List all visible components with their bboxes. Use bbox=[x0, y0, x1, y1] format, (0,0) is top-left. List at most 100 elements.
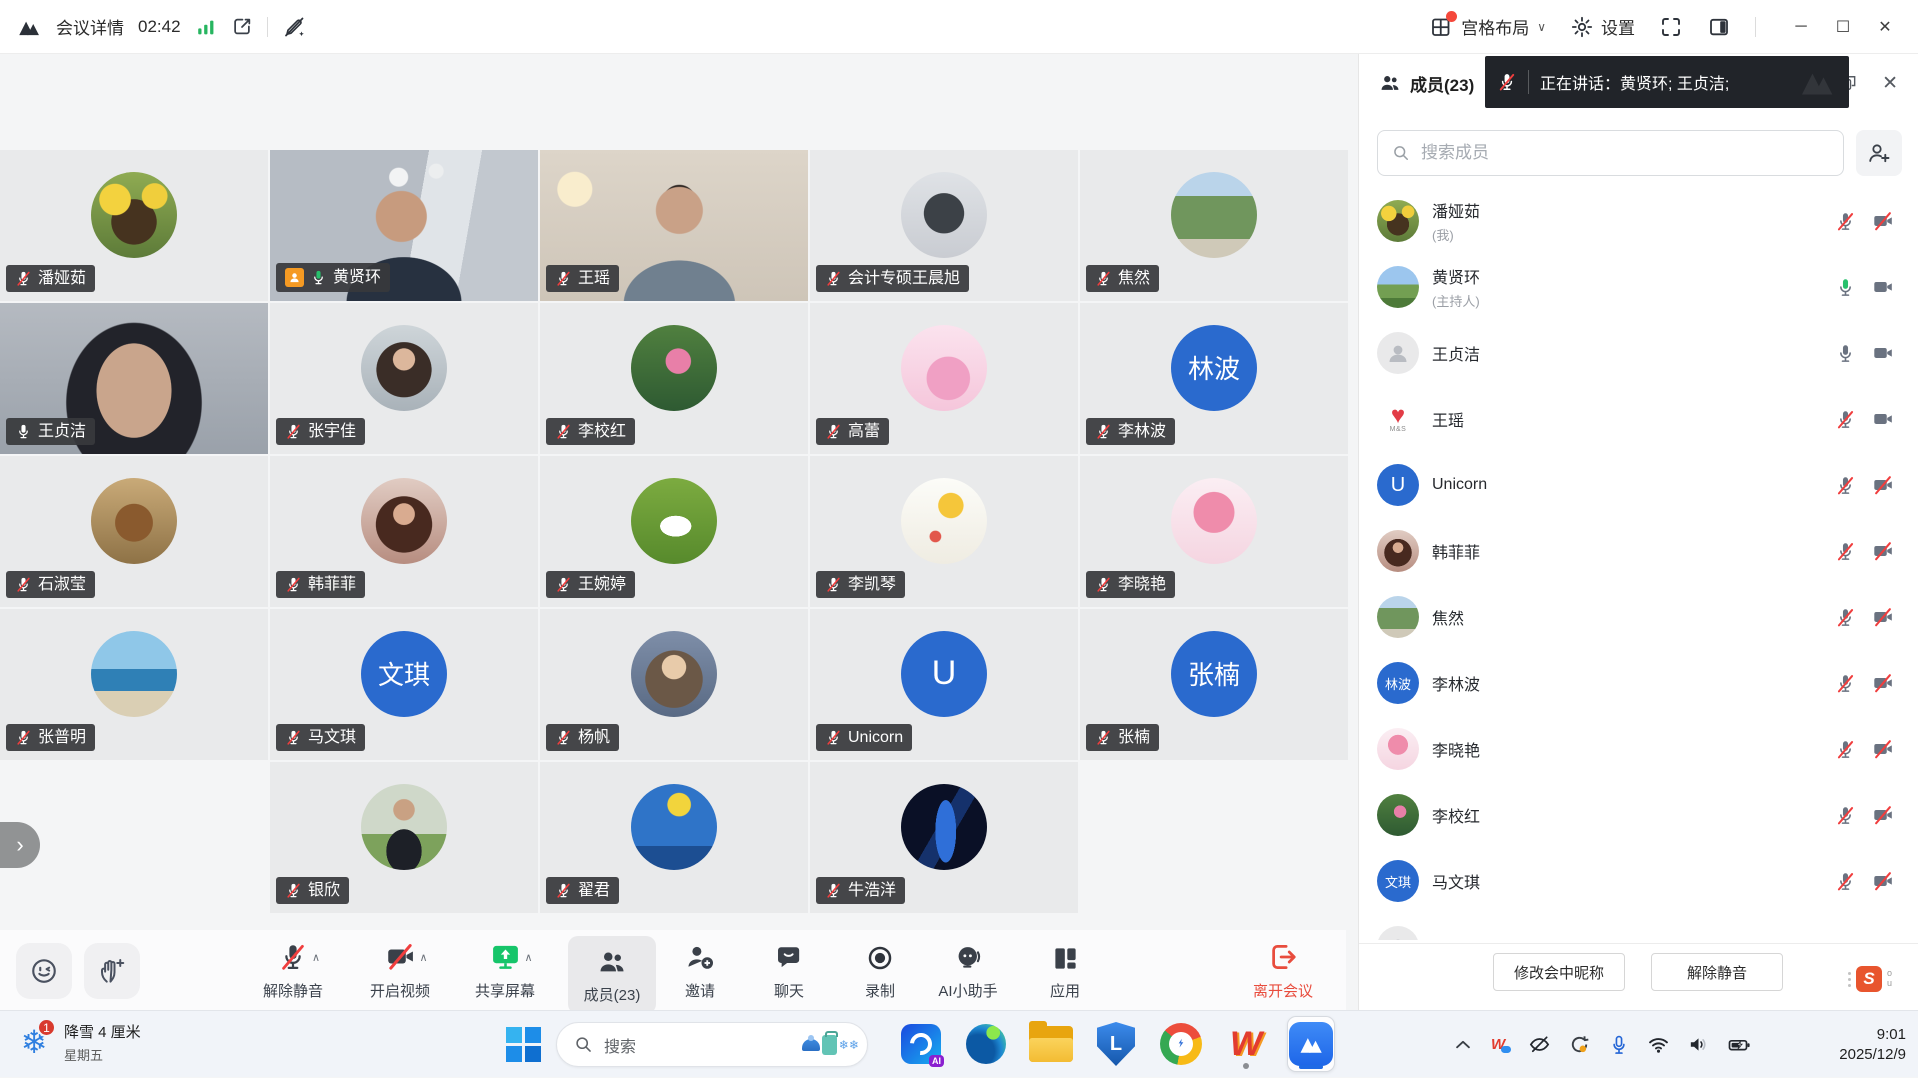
member-camera-toggle[interactable] bbox=[1872, 672, 1894, 694]
video-tile[interactable]: 林波 李林波 bbox=[1080, 303, 1348, 454]
video-tile[interactable]: 牛浩洋 bbox=[810, 762, 1078, 913]
close-panel-icon[interactable]: ✕ bbox=[1882, 72, 1898, 95]
video-tile[interactable]: U Unicorn bbox=[810, 609, 1078, 760]
chevron-up-icon[interactable]: ∧ bbox=[419, 951, 427, 964]
tray-battery-icon[interactable] bbox=[1727, 1033, 1751, 1057]
member-mic-toggle[interactable] bbox=[1835, 673, 1856, 694]
fullscreen-icon[interactable] bbox=[1659, 15, 1683, 39]
toolbar-item-share-screen[interactable]: ∧共享屏幕 bbox=[457, 939, 553, 1001]
raise-hand-button[interactable] bbox=[84, 943, 140, 999]
member-camera-toggle[interactable] bbox=[1872, 738, 1894, 760]
member-mic-toggle[interactable] bbox=[1835, 607, 1856, 628]
member-row[interactable]: 黄贤环(主持人) bbox=[1359, 254, 1918, 320]
video-tile[interactable]: 韩菲菲 bbox=[270, 456, 538, 607]
annotation-disabled-icon[interactable] bbox=[282, 15, 306, 39]
video-tile[interactable]: 李晓艳 bbox=[1080, 456, 1348, 607]
ime-logo[interactable]: S bbox=[1856, 966, 1882, 992]
member-camera-toggle[interactable] bbox=[1872, 540, 1894, 562]
taskbar-app-explorer[interactable] bbox=[1027, 1020, 1075, 1068]
member-camera-toggle[interactable] bbox=[1872, 474, 1894, 496]
rename-button[interactable]: 修改会中昵称 bbox=[1493, 953, 1625, 991]
toolbar-item-invite[interactable]: 邀请 bbox=[652, 939, 748, 1001]
member-mic-toggle[interactable] bbox=[1835, 805, 1856, 826]
layout-switcher[interactable]: 宫格布局 ∨ bbox=[1429, 14, 1546, 39]
member-row[interactable]: 文琪马文琪 bbox=[1359, 848, 1918, 914]
close-button[interactable]: ✕ bbox=[1864, 10, 1906, 44]
video-tile[interactable]: 李校红 bbox=[540, 303, 808, 454]
member-row[interactable] bbox=[1359, 914, 1918, 940]
add-member-button[interactable] bbox=[1856, 130, 1902, 176]
member-camera-toggle[interactable] bbox=[1872, 276, 1894, 298]
settings-button[interactable]: 设置 bbox=[1570, 14, 1635, 39]
video-tile[interactable]: 张楠 张楠 bbox=[1080, 609, 1348, 760]
video-tile[interactable]: 会计专硕王晨旭 bbox=[810, 150, 1078, 301]
member-row[interactable]: 林波李林波 bbox=[1359, 650, 1918, 716]
member-mic-toggle[interactable] bbox=[1835, 409, 1856, 430]
tray-volume-icon[interactable] bbox=[1687, 1033, 1710, 1056]
tray-wps-cloud-icon[interactable]: W bbox=[1491, 1036, 1511, 1053]
taskbar-app-edge[interactable] bbox=[962, 1020, 1010, 1068]
minimize-button[interactable]: ─ bbox=[1780, 10, 1822, 44]
video-tile[interactable]: 石淑莹 bbox=[0, 456, 268, 607]
video-tile[interactable]: 翟君 bbox=[540, 762, 808, 913]
meeting-details-link[interactable]: 会议详情 bbox=[56, 14, 124, 39]
tray-chevron-up-icon[interactable] bbox=[1452, 1034, 1474, 1056]
member-mic-toggle[interactable] bbox=[1835, 211, 1856, 232]
toolbar-item-chat[interactable]: 聊天 bbox=[741, 939, 837, 1001]
video-tile[interactable]: 银欣 bbox=[270, 762, 538, 913]
member-row[interactable]: UUnicorn bbox=[1359, 452, 1918, 518]
taskbar-weather-widget[interactable]: ❄ 1 降雪 4 厘米 星期五 bbox=[14, 1020, 141, 1064]
member-mic-toggle[interactable] bbox=[1835, 277, 1856, 298]
member-camera-toggle[interactable] bbox=[1872, 606, 1894, 628]
member-camera-toggle[interactable] bbox=[1872, 804, 1894, 826]
reaction-emoji-button[interactable] bbox=[16, 943, 72, 999]
tray-eye-off-icon[interactable] bbox=[1528, 1033, 1551, 1056]
video-tile[interactable]: 王瑶 bbox=[540, 150, 808, 301]
member-camera-toggle[interactable] bbox=[1872, 342, 1894, 364]
member-row[interactable]: 潘娅茹(我) bbox=[1359, 188, 1918, 254]
member-mic-toggle[interactable] bbox=[1835, 343, 1856, 364]
member-camera-toggle[interactable] bbox=[1872, 870, 1894, 892]
toolbar-item-record[interactable]: 录制 bbox=[832, 939, 928, 1001]
video-tile[interactable]: 张普明 bbox=[0, 609, 268, 760]
toolbar-item-apps[interactable]: 应用 bbox=[1017, 939, 1113, 1001]
member-search-box[interactable] bbox=[1377, 130, 1844, 176]
tray-wifi-icon[interactable] bbox=[1647, 1033, 1670, 1056]
video-tile[interactable]: 潘娅茹 bbox=[0, 150, 268, 301]
video-tile[interactable]: 张宇佳 bbox=[270, 303, 538, 454]
video-tile[interactable]: 焦然 bbox=[1080, 150, 1348, 301]
member-row[interactable]: ♥M&S王瑶 bbox=[1359, 386, 1918, 452]
taskbar-app-wps[interactable]: W bbox=[1222, 1020, 1270, 1068]
taskbar-search[interactable]: 搜索 ❄❄ bbox=[556, 1022, 868, 1067]
member-camera-toggle[interactable] bbox=[1872, 210, 1894, 232]
sidebar-toggle-icon[interactable] bbox=[1707, 15, 1731, 39]
toolbar-item-members[interactable]: 成员(23) bbox=[568, 936, 656, 1014]
taskbar-clock[interactable]: 9:01 2025/12/9 bbox=[1839, 1011, 1906, 1078]
maximize-button[interactable]: ☐ bbox=[1822, 10, 1864, 44]
chevron-up-icon[interactable]: ∧ bbox=[312, 951, 320, 964]
tray-sync-icon[interactable] bbox=[1568, 1033, 1591, 1056]
share-out-icon[interactable] bbox=[231, 16, 253, 38]
search-highlight-decoration[interactable]: ❄❄ bbox=[802, 1035, 859, 1055]
video-tile[interactable]: 王婉婷 bbox=[540, 456, 808, 607]
video-tile[interactable]: 黄贤环 bbox=[270, 150, 538, 301]
ime-widget[interactable]: S ou bbox=[1848, 966, 1892, 992]
taskbar-app-copilot[interactable]: AI bbox=[897, 1020, 945, 1068]
start-button[interactable] bbox=[506, 1027, 541, 1062]
video-tile[interactable]: 文琪 马文琪 bbox=[270, 609, 538, 760]
member-mic-toggle[interactable] bbox=[1835, 541, 1856, 562]
video-tile[interactable]: 李凯琴 bbox=[810, 456, 1078, 607]
member-row[interactable]: 李晓艳 bbox=[1359, 716, 1918, 782]
unmute-button[interactable]: 解除静音 bbox=[1651, 953, 1783, 991]
video-tile[interactable]: 王贞洁 bbox=[0, 303, 268, 454]
member-row[interactable]: 李校红 bbox=[1359, 782, 1918, 848]
member-camera-toggle[interactable] bbox=[1872, 408, 1894, 430]
chevron-up-icon[interactable]: ∧ bbox=[524, 951, 532, 964]
video-tile[interactable]: 高蕾 bbox=[810, 303, 1078, 454]
member-row[interactable]: 焦然 bbox=[1359, 584, 1918, 650]
member-mic-toggle[interactable] bbox=[1835, 475, 1856, 496]
taskbar-app-meeting[interactable] bbox=[1287, 1020, 1335, 1068]
member-mic-toggle[interactable] bbox=[1835, 871, 1856, 892]
taskbar-app-browser[interactable] bbox=[1157, 1020, 1205, 1068]
toolbar-item-start-video[interactable]: ∧开启视频 bbox=[352, 939, 448, 1001]
